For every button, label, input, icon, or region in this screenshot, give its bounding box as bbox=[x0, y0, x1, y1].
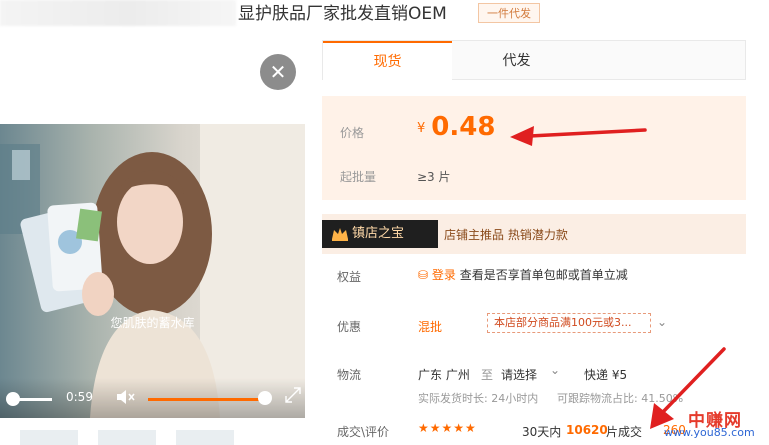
mute-icon[interactable] bbox=[114, 386, 136, 408]
benefit-text: 查看是否享首单包邮或首单立减 bbox=[459, 268, 628, 282]
video-time: 0:59 bbox=[66, 390, 93, 404]
watermark: 中赚网 www.you85.com bbox=[664, 406, 764, 442]
coupon-tag[interactable]: 本店部分商品满100元或3... bbox=[487, 313, 651, 333]
promo-type: 混批 bbox=[418, 320, 443, 334]
progress-knob[interactable] bbox=[6, 392, 20, 406]
product-video[interactable]: 您肌肤的蓄水库 0:59 bbox=[0, 124, 305, 418]
shop-treasure-banner: 镇店之宝 店铺主推品 热销潜力款 bbox=[322, 214, 746, 254]
deals-count: 10620 bbox=[566, 423, 608, 437]
deals-label: 成交\评价 bbox=[337, 425, 390, 439]
watermark-url: www.you85.com bbox=[664, 426, 755, 439]
shipping-fee: 快递 ¥5 bbox=[584, 368, 628, 382]
price-label: 价格 bbox=[340, 126, 365, 140]
deals-unit: 片成交 bbox=[606, 425, 643, 439]
shop-treasure-text: 店铺主推品 热销潜力款 bbox=[444, 228, 568, 242]
destination-select[interactable]: 请选择 bbox=[501, 366, 537, 383]
fullscreen-icon[interactable] bbox=[284, 386, 302, 404]
coupon-icon: ⛁ bbox=[418, 268, 429, 282]
thumbnail[interactable] bbox=[176, 430, 234, 445]
logistics-label: 物流 bbox=[337, 368, 362, 382]
tab-dropship[interactable]: 代发 bbox=[452, 41, 581, 81]
blurred-title-prefix bbox=[0, 0, 236, 26]
promo-label: 优惠 bbox=[337, 320, 362, 334]
dispatch-time: 实际发货时长: 24小时内 bbox=[418, 392, 539, 405]
ship-from: 广东 广州 bbox=[418, 368, 470, 382]
currency-symbol: ¥ bbox=[417, 121, 426, 136]
close-icon: ✕ bbox=[269, 60, 287, 84]
volume-bar[interactable] bbox=[148, 398, 266, 401]
close-video-button[interactable]: ✕ bbox=[260, 54, 296, 90]
thumbnail-strip bbox=[0, 430, 305, 445]
deals-window: 30天内 bbox=[522, 425, 562, 439]
video-caption: 您肌肤的蓄水库 bbox=[110, 316, 195, 330]
ship-to-word: 至 bbox=[481, 368, 494, 382]
video-controls: 0:59 bbox=[0, 378, 305, 418]
price-number: 0.48 bbox=[431, 112, 496, 142]
benefit-row: ⛁ 登录 查看是否享首单包邮或首单立减 bbox=[418, 266, 628, 283]
thumbnail[interactable] bbox=[20, 430, 78, 445]
dropship-badge: 一件代发 bbox=[478, 3, 540, 23]
moq-label: 起批量 bbox=[340, 170, 377, 184]
rating-stars: ★★★★★ bbox=[418, 421, 477, 435]
moq-value: ≥3 片 bbox=[417, 170, 451, 184]
thumbnail[interactable] bbox=[98, 430, 156, 445]
price-value: ¥0.48 bbox=[417, 112, 495, 142]
login-link[interactable]: 登录 bbox=[432, 268, 456, 282]
price-panel: 价格 ¥0.48 起批量 ≥3 片 bbox=[322, 96, 746, 200]
video-top-space bbox=[0, 40, 305, 124]
chevron-down-icon[interactable]: ⌄ bbox=[550, 363, 560, 377]
video-frame-illustration bbox=[0, 124, 305, 418]
product-title: 显护肤品厂家批发直销OEM bbox=[238, 4, 447, 24]
chevron-down-icon[interactable]: ⌄ bbox=[657, 315, 667, 329]
shop-treasure-label: 镇店之宝 bbox=[352, 226, 405, 241]
crown-icon bbox=[332, 228, 348, 241]
annotation-arrow bbox=[510, 126, 647, 146]
volume-knob[interactable] bbox=[258, 391, 272, 405]
tab-spot[interactable]: 现货 bbox=[323, 41, 452, 81]
shop-treasure-badge: 镇店之宝 bbox=[322, 220, 438, 248]
purchase-type-tabs: 现货 代发 bbox=[322, 40, 746, 81]
benefit-label: 权益 bbox=[337, 270, 362, 284]
